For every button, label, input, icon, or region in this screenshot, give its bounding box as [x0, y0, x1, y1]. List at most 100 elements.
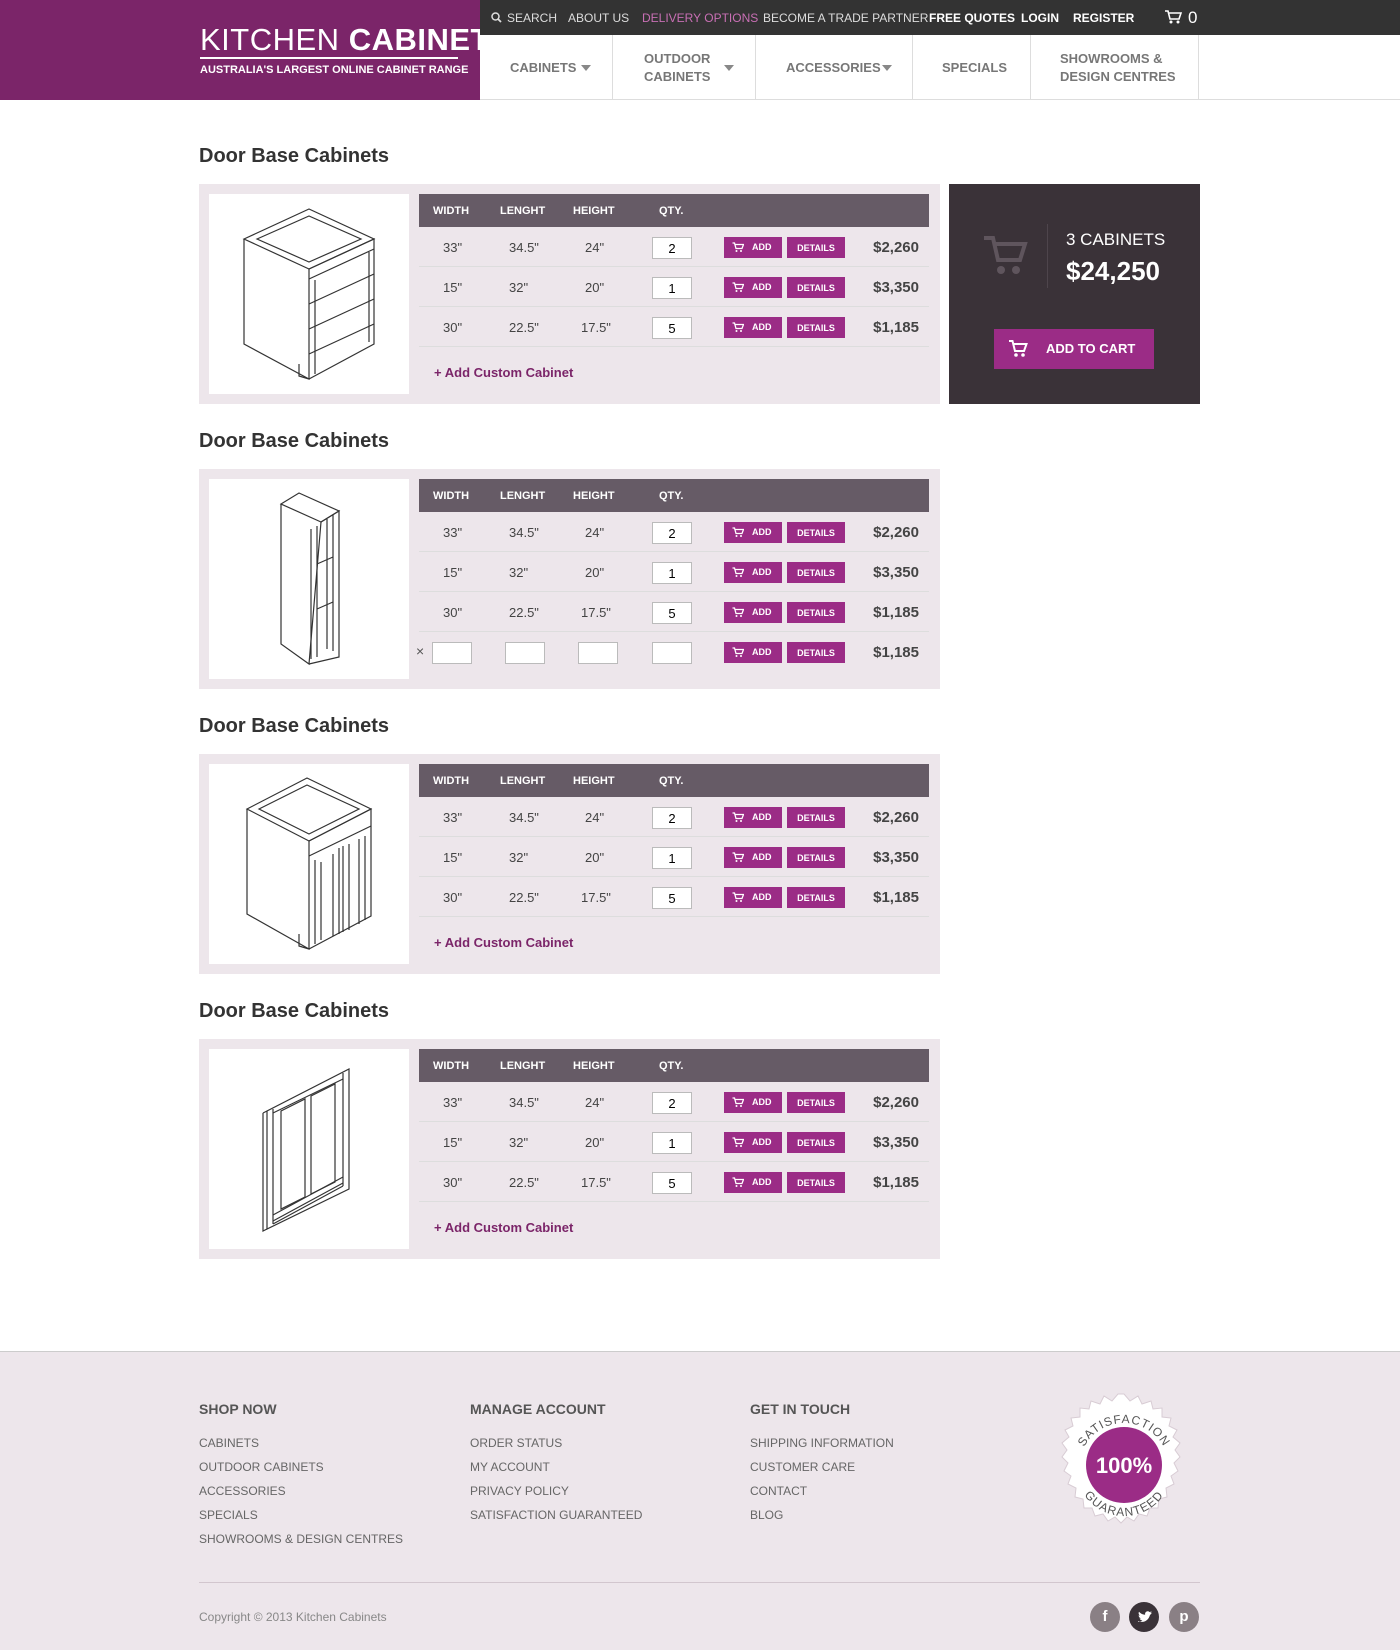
product-title: Door Base Cabinets: [199, 145, 390, 167]
about-us-link[interactable]: ABOUT US: [568, 11, 629, 25]
footer-link-contact[interactable]: CONTACT: [750, 1484, 807, 1498]
details-button[interactable]: DETAILS: [787, 1132, 845, 1153]
add-button[interactable]: ADD: [724, 237, 782, 258]
login-link[interactable]: LOGIN: [1021, 11, 1059, 25]
quantity-input[interactable]: [652, 847, 692, 869]
row-price: $1,185: [873, 889, 919, 906]
cart-icon: [732, 1137, 744, 1147]
add-button[interactable]: ADD: [724, 887, 782, 908]
add-button[interactable]: ADD: [724, 642, 782, 663]
nav-specials[interactable]: SPECIALS: [913, 35, 1031, 99]
custom-width-input[interactable]: [432, 642, 472, 664]
add-custom-cabinet-link[interactable]: + Add Custom Cabinet: [434, 365, 573, 380]
add-button[interactable]: ADD: [724, 522, 782, 543]
footer-link-outdoor-cabinets[interactable]: OUTDOOR CABINETS: [199, 1460, 324, 1474]
quantity-input[interactable]: [652, 522, 692, 544]
remove-row-icon[interactable]: ×: [416, 643, 424, 659]
footer-link-showrooms[interactable]: SHOWROOMS & DESIGN CENTRES: [199, 1532, 403, 1546]
nav-showrooms[interactable]: SHOWROOMS & DESIGN CENTRES: [1031, 35, 1199, 99]
cart-icon[interactable]: [1164, 9, 1182, 25]
footer-link-accessories[interactable]: ACCESSORIES: [199, 1484, 286, 1498]
plus-icon: +: [434, 935, 442, 950]
add-to-cart-button[interactable]: ADD TO CART: [994, 329, 1154, 369]
details-button[interactable]: DETAILS: [787, 562, 845, 583]
footer-link-privacy-policy[interactable]: PRIVACY POLICY: [470, 1484, 569, 1498]
free-quotes-link[interactable]: FREE QUOTES: [929, 11, 1015, 25]
nav-cabinets[interactable]: CABINETS: [480, 35, 613, 99]
pinterest-icon[interactable]: p: [1169, 1602, 1199, 1632]
add-button[interactable]: ADD: [724, 277, 782, 298]
quantity-input[interactable]: [652, 1172, 692, 1194]
quantity-input[interactable]: [652, 277, 692, 299]
delivery-options-link[interactable]: DELIVERY OPTIONS: [642, 11, 758, 25]
footer-link-satisfaction-guaranteed[interactable]: SATISFACTION GUARANTEED: [470, 1508, 642, 1522]
quantity-input[interactable]: [652, 237, 692, 259]
product-image[interactable]: [209, 1049, 409, 1249]
add-button[interactable]: ADD: [724, 807, 782, 828]
quantity-input[interactable]: [652, 602, 692, 624]
add-custom-cabinet-link[interactable]: + Add Custom Cabinet: [434, 1220, 573, 1235]
details-button[interactable]: DETAILS: [787, 317, 845, 338]
table-row: 15" 32" 20" ADD DETAILS $3,350: [419, 837, 929, 877]
footer-link-order-status[interactable]: ORDER STATUS: [470, 1436, 562, 1450]
details-button[interactable]: DETAILS: [787, 602, 845, 623]
trade-partner-link[interactable]: BECOME A TRADE PARTNER: [763, 11, 928, 25]
details-button[interactable]: DETAILS: [787, 1172, 845, 1193]
table-header: WIDTH LENGHT HEIGHT QTY.: [419, 194, 929, 227]
footer-link-shipping[interactable]: SHIPPING INFORMATION: [750, 1436, 894, 1450]
details-button[interactable]: DETAILS: [787, 847, 845, 868]
site-logo[interactable]: KITCHEN CABINETS AUSTRALIA'S LARGEST ONL…: [0, 0, 511, 100]
add-custom-cabinet-link[interactable]: + Add Custom Cabinet: [434, 935, 573, 950]
footer-link-specials[interactable]: SPECIALS: [199, 1508, 258, 1522]
logo-title: KITCHEN CABINETS: [200, 22, 512, 57]
cart-count[interactable]: 0: [1188, 8, 1197, 28]
facebook-icon[interactable]: f: [1090, 1602, 1120, 1632]
quantity-input[interactable]: [652, 562, 692, 584]
custom-length-input[interactable]: [505, 642, 545, 664]
details-button[interactable]: DETAILS: [787, 642, 845, 663]
row-price: $3,350: [873, 279, 919, 296]
logo-divider: [200, 57, 458, 59]
details-button[interactable]: DETAILS: [787, 887, 845, 908]
footer-link-blog[interactable]: BLOG: [750, 1508, 783, 1522]
details-button[interactable]: DETAILS: [787, 1092, 845, 1113]
quantity-input[interactable]: [652, 887, 692, 909]
footer-link-cabinets[interactable]: CABINETS: [199, 1436, 259, 1450]
details-button[interactable]: DETAILS: [787, 807, 845, 828]
cart-icon: [732, 812, 744, 822]
register-link[interactable]: REGISTER: [1073, 11, 1134, 25]
details-button[interactable]: DETAILS: [787, 522, 845, 543]
product-image[interactable]: [209, 764, 409, 964]
search-link[interactable]: SEARCH: [507, 11, 557, 25]
add-button[interactable]: ADD: [724, 317, 782, 338]
row-price: $1,185: [873, 319, 919, 336]
product-image[interactable]: [209, 194, 409, 394]
svg-text:100%: 100%: [1096, 1453, 1152, 1478]
add-button[interactable]: ADD: [724, 1092, 782, 1113]
details-button[interactable]: DETAILS: [787, 237, 845, 258]
custom-height-input[interactable]: [578, 642, 618, 664]
details-button[interactable]: DETAILS: [787, 277, 845, 298]
quantity-input[interactable]: [652, 1132, 692, 1154]
add-button[interactable]: ADD: [724, 847, 782, 868]
nav-accessories[interactable]: ACCESSORIES: [756, 35, 913, 99]
cart-icon: [732, 282, 744, 292]
product-image[interactable]: [209, 479, 409, 679]
quantity-input[interactable]: [652, 317, 692, 339]
add-button[interactable]: ADD: [724, 1132, 782, 1153]
tall-pantry-cabinet-icon: [279, 492, 341, 666]
twitter-icon[interactable]: [1129, 1602, 1159, 1632]
add-button[interactable]: ADD: [724, 602, 782, 623]
cart-total: $24,250: [1066, 256, 1160, 286]
nav-outdoor-cabinets[interactable]: OUTDOOR CABINETS: [613, 35, 756, 99]
table-row: 30" 22.5" 17.5" ADD DETAILS $1,185: [419, 1162, 929, 1202]
quantity-input[interactable]: [652, 807, 692, 829]
search-icon[interactable]: [491, 12, 502, 23]
quantity-input[interactable]: [652, 1092, 692, 1114]
footer-link-customer-care[interactable]: CUSTOMER CARE: [750, 1460, 855, 1474]
table-row: 30" 22.5" 17.5" ADD DETAILS $1,185: [419, 592, 929, 632]
custom-qty-input[interactable]: [652, 642, 692, 664]
footer-link-my-account[interactable]: MY ACCOUNT: [470, 1460, 550, 1474]
add-button[interactable]: ADD: [724, 562, 782, 583]
add-button[interactable]: ADD: [724, 1172, 782, 1193]
